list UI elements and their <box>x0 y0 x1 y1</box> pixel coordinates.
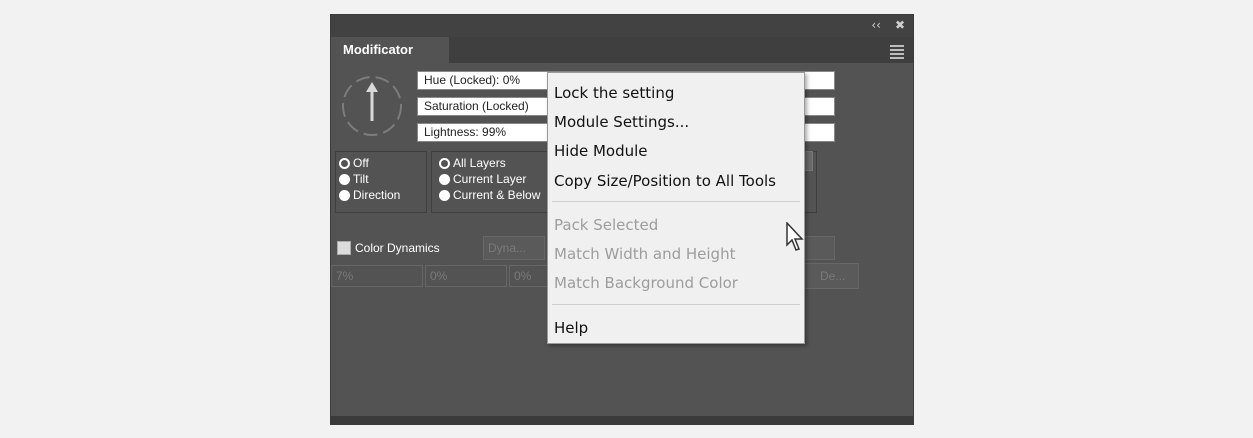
radio-direction[interactable]: Direction <box>339 187 400 203</box>
menu-item-copy-size-position[interactable]: Copy Size/Position to All Tools <box>554 169 776 193</box>
layer-radio-group: All Layers Current Layer Current & Below <box>439 155 540 203</box>
menu-item-hide-module[interactable]: Hide Module <box>554 139 648 163</box>
panel-bottom-bar[interactable] <box>331 416 913 424</box>
menu-item-pack-selected: Pack Selected <box>554 216 659 234</box>
radio-all-layers[interactable]: All Layers <box>439 155 540 171</box>
collapse-icon[interactable]: ‹‹ <box>871 18 881 32</box>
panel-menu-icon[interactable] <box>890 45 904 61</box>
panel-titlebar[interactable]: ‹‹ ✖ <box>331 15 913 37</box>
radio-off-icon[interactable] <box>339 157 350 169</box>
tab-strip: Modificator <box>331 37 913 63</box>
mode-radio-group: Off Tilt Direction <box>339 155 400 203</box>
mouse-cursor-icon <box>786 222 804 251</box>
menu-separator <box>552 304 800 305</box>
close-icon[interactable]: ✖ <box>895 18 905 32</box>
menu-item-match-background-color: Match Background Color <box>554 274 738 292</box>
dyna-button: Dyna... <box>483 236 545 260</box>
percent-box-1: 7% <box>331 265 423 287</box>
radio-off[interactable]: Off <box>339 155 400 171</box>
percent-box-3: 0% <box>509 265 549 287</box>
context-menu: Lock the setting Module Settings... Hide… <box>547 72 805 344</box>
menu-item-lock-setting[interactable]: Lock the setting <box>554 81 674 105</box>
menu-separator <box>552 201 800 202</box>
menu-item-match-width-height: Match Width and Height <box>554 245 736 263</box>
radio-tilt[interactable]: Tilt <box>339 171 400 187</box>
radio-current-below[interactable]: Current & Below <box>439 187 540 203</box>
menu-item-module-settings[interactable]: Module Settings... <box>554 110 689 134</box>
radio-current-below-icon[interactable] <box>439 189 450 201</box>
tab-modificator[interactable]: Modificator <box>331 37 449 63</box>
radio-current-layer[interactable]: Current Layer <box>439 171 540 187</box>
de-button: De... <box>801 263 859 289</box>
radio-current-layer-icon[interactable] <box>439 173 450 185</box>
percent-box-2: 0% <box>425 265 507 287</box>
radio-tilt-icon[interactable] <box>339 173 350 185</box>
compass-dial-icon[interactable] <box>337 71 407 141</box>
color-dynamics-checkbox[interactable] <box>337 241 351 255</box>
radio-direction-icon[interactable] <box>339 189 350 201</box>
radio-all-layers-icon[interactable] <box>439 157 450 169</box>
color-dynamics-toggle[interactable]: Color Dynamics <box>337 241 440 255</box>
menu-item-help[interactable]: Help <box>554 316 588 340</box>
